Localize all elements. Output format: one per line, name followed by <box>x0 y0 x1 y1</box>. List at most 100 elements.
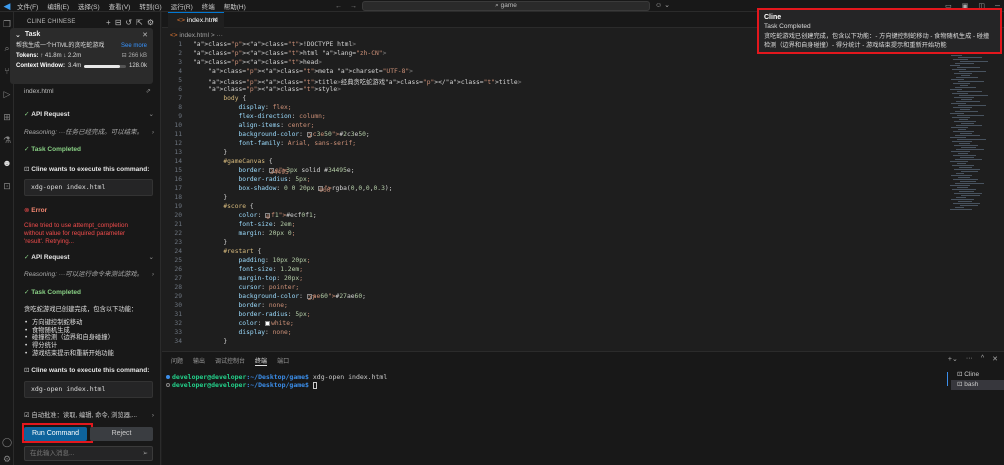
code-line[interactable]: body { <box>193 95 246 102</box>
open-external-icon[interactable]: ⇗ <box>146 86 151 98</box>
code-line[interactable]: #restart { <box>193 248 261 255</box>
code-line[interactable]: } <box>193 149 227 156</box>
auto-approve-row[interactable]: ☑ 自动批准：读取, 编辑, 命令, 浏览器,... › <box>24 411 154 421</box>
extensions-icon[interactable]: ⊞ <box>1 111 13 123</box>
color-swatch-icon[interactable]: 34495 <box>268 167 289 176</box>
new-terminal-icon[interactable]: +⌄ <box>948 355 958 363</box>
forward-arrow-icon[interactable]: → <box>350 3 357 10</box>
menu-file[interactable]: 文件(F) <box>17 1 38 11</box>
run-command-button[interactable]: Run Command <box>24 427 87 441</box>
settings-gear-icon[interactable]: ⚙ <box>1 453 13 465</box>
code-line[interactable]: #score { <box>193 203 253 210</box>
chevron-down-icon[interactable]: ⌄ <box>149 110 154 120</box>
tab-output[interactable]: 输出 <box>193 356 205 366</box>
tab-index-html[interactable]: <> index.html ✕ <box>168 12 224 28</box>
menu-help[interactable]: 帮助(H) <box>224 1 246 11</box>
menu-terminal[interactable]: 终端 <box>202 1 215 11</box>
code-line[interactable]: "a">class="p"><"a">class="t">style> <box>193 86 341 93</box>
send-icon[interactable]: ➢ <box>143 447 148 460</box>
api-request-row-1[interactable]: ✓ API Request ⌄ <box>24 110 154 120</box>
account-icon[interactable]: ◯ <box>1 436 13 448</box>
reject-button[interactable]: Reject <box>90 427 153 441</box>
menu-view[interactable]: 查看(V) <box>109 1 131 11</box>
chevron-down-icon[interactable]: ⌄ <box>149 253 154 263</box>
gear-icon[interactable]: ⚙ <box>147 18 154 27</box>
mcp-icon[interactable]: ⊟ <box>115 18 122 27</box>
code-line[interactable]: display: flex; <box>193 104 292 111</box>
code-line[interactable]: padding: 10px 20px; <box>193 257 311 264</box>
close-icon[interactable]: ✕ <box>212 13 218 28</box>
testing-icon[interactable]: ⚗ <box>1 134 13 146</box>
code-line[interactable]: color: 0f1">#ecf0f1; <box>193 212 317 221</box>
code-line[interactable]: font-size: 1.2em; <box>193 266 303 273</box>
copilot-icon[interactable]: ☺ ⌄ <box>655 0 670 12</box>
menu-run[interactable]: 运行(R) <box>171 1 193 11</box>
tab-terminal[interactable]: 终端 <box>255 356 268 366</box>
close-icon[interactable]: ✕ <box>992 355 998 363</box>
close-icon[interactable]: ✕ <box>142 31 148 39</box>
terminal-item-bash[interactable]: ⊡ bash <box>951 380 1004 390</box>
checkbox-icon[interactable]: ☑ <box>24 412 30 419</box>
code-line[interactable]: margin-top: 20px; <box>193 275 303 282</box>
tab-problems[interactable]: 问题 <box>171 356 183 366</box>
code-line[interactable]: "a">class="p"><"a">class="t">title>经典贪吃蛇… <box>193 77 521 86</box>
code-line[interactable]: border-radius: 5px; <box>193 176 311 183</box>
code-line[interactable]: } <box>193 194 227 201</box>
code-line[interactable]: border: none; <box>193 302 288 309</box>
code-line[interactable]: align-items: center; <box>193 122 315 129</box>
history-icon[interactable]: ↺ <box>125 18 132 27</box>
menu-edit[interactable]: 编辑(E) <box>47 1 69 11</box>
chevron-right-icon[interactable]: › <box>152 270 154 280</box>
reasoning-row-1[interactable]: Reasoning: ···任务已经完成。可以结束。 › <box>24 128 154 138</box>
code-line[interactable]: "a">class="p"><"a">class="t">!DOCTYPE ht… <box>193 41 356 48</box>
api-request-row-2[interactable]: ✓ API Request ⌄ <box>24 253 154 263</box>
popout-icon[interactable]: ⇱ <box>136 18 143 27</box>
command-center-search[interactable]: ⌕ game <box>362 1 650 11</box>
chevron-down-icon[interactable]: ⌄ <box>15 31 21 39</box>
minimap[interactable] <box>950 41 994 211</box>
code-line[interactable]: border: 34495e">3px solid #34495e; <box>193 167 355 176</box>
code-line[interactable]: background-color: 27ae60">#27ae60; <box>193 293 366 302</box>
menu-go[interactable]: 转到(G) <box>139 1 161 11</box>
code-line[interactable]: border-radius: 5px; <box>193 311 311 318</box>
robot-icon[interactable]: ⊡ <box>1 180 13 192</box>
terminal-output[interactable]: developer@developer:~/Desktop/game$ xdg-… <box>166 373 387 389</box>
code-line[interactable]: "a">class="p"><"a">class="t">head> <box>193 59 322 66</box>
code-line[interactable]: display: none; <box>193 329 292 336</box>
code-line[interactable]: #gameCanvas { <box>193 158 272 165</box>
breadcrumb[interactable]: <> index.html > ··· <box>170 31 223 41</box>
chevron-right-icon[interactable]: › <box>152 128 154 138</box>
code-line[interactable]: "a">class="p"><"a">class="t">html "a">la… <box>193 50 386 57</box>
more-icon[interactable]: ··· <box>966 355 973 363</box>
code-line[interactable]: font-family: Arial, sans-serif; <box>193 140 357 147</box>
code-line[interactable]: } <box>193 338 227 345</box>
file-reference[interactable]: index.html ⇗ <box>24 86 151 98</box>
color-swatch-icon[interactable]: 27 <box>306 293 315 302</box>
code-line[interactable]: margin: 20px 0; <box>193 230 296 237</box>
chat-input[interactable]: 在此输入消息... ➢ <box>24 446 153 461</box>
tab-debug-console[interactable]: 调试控制台 <box>215 356 245 366</box>
cline-icon[interactable]: ☻ <box>1 157 13 169</box>
reasoning-row-2[interactable]: Reasoning: ···可以运行命令来测试游戏。 › <box>24 270 154 280</box>
chevron-right-icon[interactable]: › <box>152 411 154 421</box>
code-editor[interactable]: 1 "a">class="p"><"a">class="t">!DOCTYPE h… <box>162 41 932 351</box>
back-arrow-icon[interactable]: ← <box>335 3 342 10</box>
color-swatch-icon[interactable]: 2 <box>306 131 312 140</box>
code-line[interactable]: flex-direction: column; <box>193 113 326 120</box>
code-line[interactable]: background-color: 2c3e50">#2c3e50; <box>193 131 370 140</box>
code-line[interactable]: } <box>193 239 227 246</box>
see-more-link[interactable]: See more <box>121 41 147 51</box>
terminal-item-cline[interactable]: ⊡ Cline <box>951 370 1004 380</box>
code-line[interactable]: "a">class="p"><"a">class="t">meta "a">ch… <box>193 68 413 75</box>
color-swatch-icon[interactable] <box>265 320 271 326</box>
color-swatch-icon[interactable]: 0 <box>265 212 271 221</box>
color-swatch-icon[interactable]: 000 <box>318 185 331 194</box>
run-debug-icon[interactable]: ▷ <box>1 88 13 100</box>
maximize-icon[interactable]: ^ <box>981 355 984 363</box>
menu-selection[interactable]: 选择(S) <box>78 1 100 11</box>
code-line[interactable]: font-size: 2em; <box>193 221 296 228</box>
code-line[interactable]: cursor: pointer; <box>193 284 300 291</box>
code-line[interactable]: box-shadow: 0 0 20px 000">rgba(0,0,0,0.3… <box>193 185 393 194</box>
tab-ports[interactable]: 端口 <box>277 356 289 366</box>
plus-icon[interactable]: + <box>106 18 111 27</box>
